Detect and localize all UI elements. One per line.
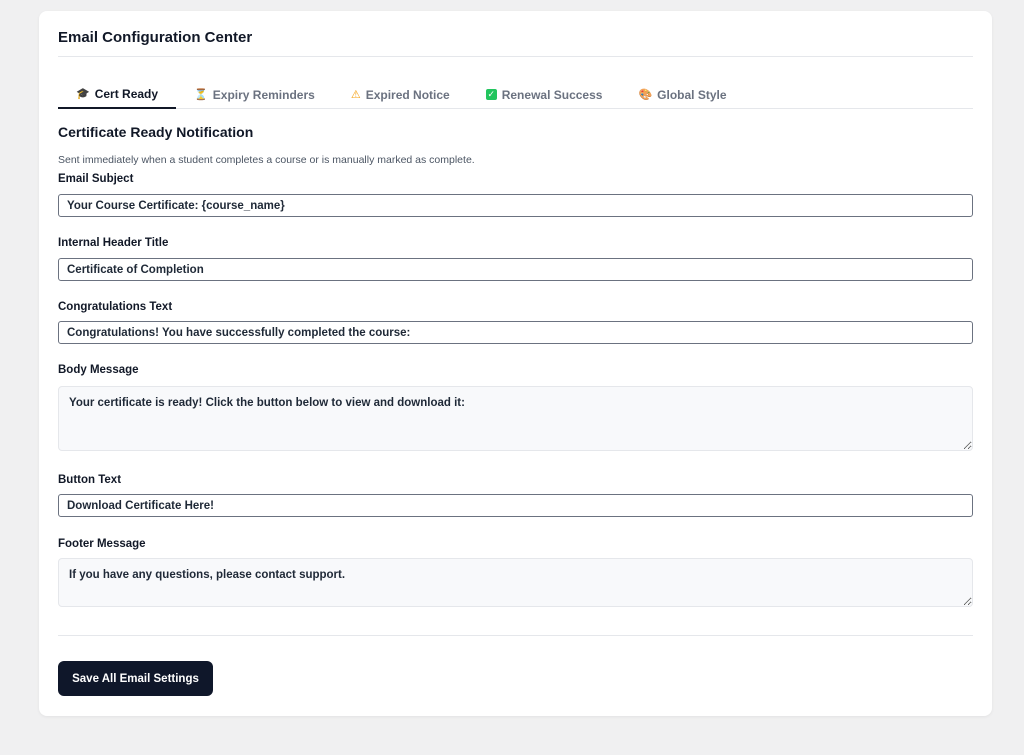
email-subject-input[interactable] [58,194,973,217]
palette-icon: 🎨 [638,89,653,101]
warning-icon: ⚠ [350,89,361,101]
bottom-divider [58,635,973,636]
title-divider [58,56,973,57]
button-text-input[interactable] [58,494,973,517]
tab-cert-ready[interactable]: 🎓 Cert Ready [58,80,177,109]
tab-label: Expiry Reminders [212,87,315,102]
save-all-settings-button[interactable]: Save All Email Settings [58,661,213,696]
tab-label: Cert Ready [94,86,159,101]
button-text-label: Button Text [58,474,122,486]
tab-renewal-success[interactable]: ✓ Renewal Success [468,80,621,109]
section-description: Sent immediately when a student complete… [58,154,475,166]
header-title-label: Internal Header Title [58,237,169,249]
email-subject-label: Email Subject [58,173,134,185]
header-title-input[interactable] [58,258,973,281]
tab-label: Global Style [657,87,727,102]
tab-expired-notice[interactable]: ⚠ Expired Notice [333,80,468,109]
graduation-cap-icon: 🎓 [76,88,90,100]
check-box-icon: ✓ [485,89,497,100]
congrats-text-label: Congratulations Text [58,301,173,313]
page-title: Email Configuration Center [58,29,253,46]
body-message-label: Body Message [58,364,139,376]
hourglass-icon: ⏳ [194,89,208,101]
tab-label: Expired Notice [365,87,450,102]
footer-message-textarea[interactable]: If you have any questions, please contac… [58,558,973,607]
section-title: Certificate Ready Notification [58,124,254,140]
footer-message-label: Footer Message [58,538,146,550]
email-config-card: Email Configuration Center 🎓 Cert Ready … [39,11,992,716]
tab-label: Renewal Success [501,87,603,102]
congrats-text-input[interactable] [58,321,973,344]
tab-expiry-reminders[interactable]: ⏳ Expiry Reminders [176,80,333,109]
body-message-textarea[interactable]: Your certificate is ready! Click the but… [58,386,973,451]
tab-global-style[interactable]: 🎨 Global Style [620,80,744,109]
tab-bar: 🎓 Cert Ready ⏳ Expiry Reminders ⚠ Expire… [58,80,973,109]
